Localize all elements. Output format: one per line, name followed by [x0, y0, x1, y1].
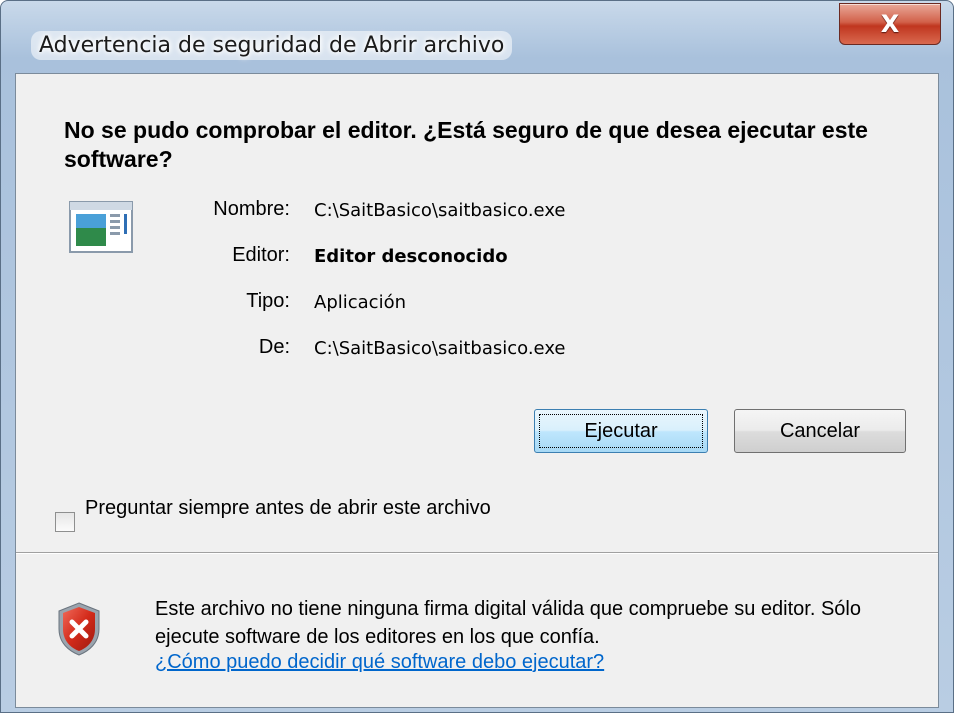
- security-warning-window: Advertencia de seguridad de Abrir archiv…: [0, 0, 954, 713]
- run-button[interactable]: Ejecutar: [534, 409, 708, 453]
- footer-separator: [16, 552, 938, 554]
- always-ask-checkbox[interactable]: [55, 512, 75, 532]
- close-button[interactable]: X: [839, 3, 941, 45]
- always-ask-label[interactable]: Preguntar siempre antes de abrir este ar…: [85, 495, 525, 521]
- type-value: Aplicación: [314, 292, 406, 313]
- name-label: Nombre:: [213, 198, 290, 220]
- from-label: De:: [258, 336, 290, 358]
- shield-error-icon: [58, 602, 100, 656]
- unsigned-warning-text: Este archivo no tiene ninguna firma digi…: [155, 598, 861, 648]
- warning-headline: No se pudo comprobar el editor. ¿Está se…: [64, 117, 868, 172]
- run-button-label: Ejecutar: [584, 419, 658, 442]
- publisher-label: Editor:: [232, 244, 290, 266]
- from-value: C:\SaitBasico\saitbasico.exe: [314, 338, 566, 359]
- publisher-value: Editor desconocido: [314, 246, 508, 267]
- cancel-button-label: Cancelar: [779, 419, 861, 442]
- help-link[interactable]: ¿Cómo puedo decidir qué software debo ej…: [155, 651, 604, 674]
- application-icon: [69, 201, 133, 253]
- name-value: C:\SaitBasico\saitbasico.exe: [314, 200, 566, 221]
- type-label: Tipo:: [246, 290, 290, 312]
- close-icon: X: [880, 10, 900, 38]
- window-title: Advertencia de seguridad de Abrir archiv…: [31, 31, 513, 60]
- cancel-button[interactable]: Cancelar: [734, 409, 906, 453]
- title-bar[interactable]: Advertencia de seguridad de Abrir archiv…: [1, 1, 953, 73]
